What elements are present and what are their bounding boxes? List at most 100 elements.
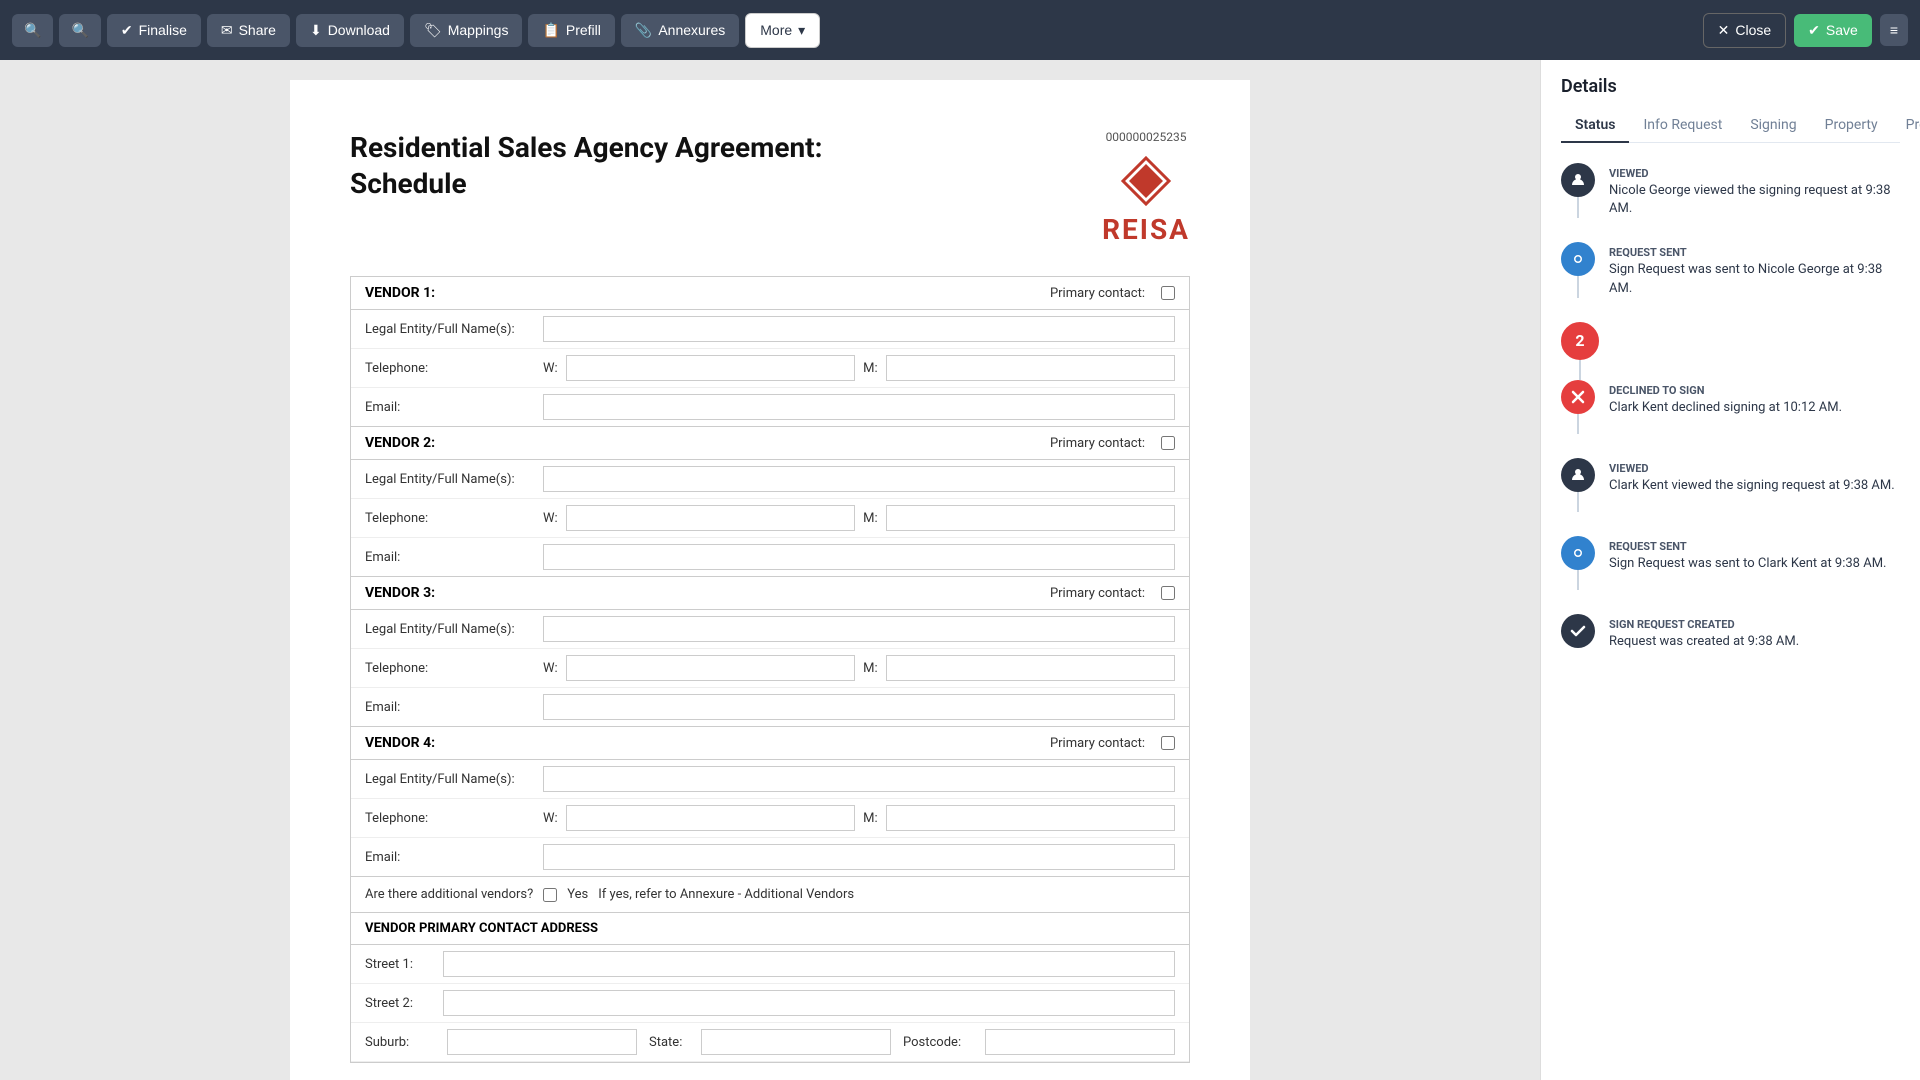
vendor-1-primary-checkbox[interactable] <box>1161 286 1175 300</box>
vendor-2-primary-checkbox[interactable] <box>1161 436 1175 450</box>
finalise-button[interactable]: ✔ Finalise <box>107 14 201 47</box>
more-button[interactable]: More ▾ <box>745 13 820 48</box>
vendor-1-m-input[interactable] <box>886 355 1175 381</box>
document-page: Residential Sales Agency Agreement: Sche… <box>290 80 1250 1080</box>
address-section-title: VENDOR PRIMARY CONTACT ADDRESS <box>351 913 1189 945</box>
vendor-3-w-input[interactable] <box>566 655 855 681</box>
vendor-4-header: VENDOR 4: Primary contact: <box>351 727 1189 760</box>
mappings-button[interactable]: 🏷 Mappings <box>410 14 522 47</box>
street2-label: Street 2: <box>365 996 435 1011</box>
vendor-2-email-row: Email: <box>351 538 1189 576</box>
event-title-created: SIGN REQUEST CREATED <box>1609 618 1900 631</box>
vendor-3-phone-group: W: M: <box>543 655 1175 681</box>
vendor-2-m-input[interactable] <box>886 505 1175 531</box>
download-icon: ⬇ <box>310 22 322 39</box>
vendor-1-legal-label: Legal Entity/Full Name(s): <box>365 322 535 337</box>
vendor-2-legal-input[interactable] <box>543 466 1175 492</box>
street2-input[interactable] <box>443 990 1175 1016</box>
vendor-4-phone-row: Telephone: W: M: <box>351 799 1189 838</box>
vendor-2-primary-label: Primary contact: <box>1050 436 1145 451</box>
vendor-1-legal-input[interactable] <box>543 316 1175 342</box>
vendor-2-phone-group: W: M: <box>543 505 1175 531</box>
event-title-1: VIEWED <box>1609 167 1900 180</box>
request-sent-icon-clark <box>1561 536 1595 570</box>
created-icon <box>1561 614 1595 648</box>
vendor-2-legal-label: Legal Entity/Full Name(s): <box>365 472 535 487</box>
vendor-2-email-input[interactable] <box>543 544 1175 570</box>
toolbar-left: 🔍 🔍 ✔ Finalise ✉ Share ⬇ Download 🏷 Mapp… <box>12 13 820 48</box>
tab-info-request[interactable]: Info Request <box>1629 109 1736 143</box>
tab-prop2[interactable]: Prop... <box>1892 109 1920 143</box>
timeline-line-declined <box>1577 414 1579 434</box>
street1-label: Street 1: <box>365 957 435 972</box>
tab-property[interactable]: Property <box>1811 109 1892 143</box>
vendor-1-email-row: Email: <box>351 388 1189 426</box>
vendor-1-w-input[interactable] <box>566 355 855 381</box>
additional-vendors-checkbox[interactable] <box>543 888 557 902</box>
yes-label: Yes <box>567 887 588 902</box>
share-button[interactable]: ✉ Share <box>207 14 290 47</box>
vendor-4-phone-group: W: M: <box>543 805 1175 831</box>
document-title: Residential Sales Agency Agreement: Sche… <box>350 130 823 203</box>
event-title-viewed-clark: VIEWED <box>1609 462 1900 475</box>
vendor-3-primary-checkbox[interactable] <box>1161 586 1175 600</box>
details-title: Details <box>1561 76 1900 97</box>
suburb-input[interactable] <box>447 1029 637 1055</box>
vendor-4-legal-row: Legal Entity/Full Name(s): <box>351 760 1189 799</box>
timeline-icon-col-created <box>1561 614 1595 651</box>
timeline-item-sent-clark: REQUEST SENT Sign Request was sent to Cl… <box>1561 536 1900 590</box>
download-button[interactable]: ⬇ Download <box>296 14 404 47</box>
finalise-icon: ✔ <box>121 22 133 39</box>
event-desc-declined: Clark Kent declined signing at 10:12 AM. <box>1609 399 1900 417</box>
viewed-icon-clark <box>1561 458 1595 492</box>
timeline-line-num <box>1579 360 1581 380</box>
vendor-4-legal-input[interactable] <box>543 766 1175 792</box>
event-desc-created: Request was created at 9:38 AM. <box>1609 633 1900 651</box>
vendor-4-w-input[interactable] <box>566 805 855 831</box>
vendor-4-section: VENDOR 4: Primary contact: Legal Entity/… <box>350 727 1190 877</box>
vendor-4-primary-label: Primary contact: <box>1050 736 1145 751</box>
save-button[interactable]: ✔ Save <box>1794 14 1872 47</box>
state-input[interactable] <box>701 1029 891 1055</box>
menu-button[interactable]: ≡ <box>1880 14 1908 46</box>
vendor-2-legal-row: Legal Entity/Full Name(s): <box>351 460 1189 499</box>
vendor-4-email-input[interactable] <box>543 844 1175 870</box>
details-tabs: Status Info Request Signing Property Pro… <box>1561 109 1900 143</box>
annexures-button[interactable]: 📎 Annexures <box>621 14 739 47</box>
street1-input[interactable] <box>443 951 1175 977</box>
search-button-1[interactable]: 🔍 <box>12 14 53 47</box>
details-header: Details Status Info Request Signing Prop… <box>1541 60 1920 143</box>
vendor-4-primary-checkbox[interactable] <box>1161 736 1175 750</box>
request-sent-icon-1 <box>1561 242 1595 276</box>
timeline-item-declined: DECLINED TO SIGN Clark Kent declined sig… <box>1561 380 1900 434</box>
timeline-icon-col-sent-clark <box>1561 536 1595 590</box>
vendor-4-m-input[interactable] <box>886 805 1175 831</box>
vendor-3-m-input[interactable] <box>886 655 1175 681</box>
timeline-icon-col-num: 2 <box>1561 322 1599 380</box>
suburb-label: Suburb: <box>365 1035 435 1050</box>
reisa-logo: 000000025235 REISA <box>1102 130 1190 246</box>
close-button[interactable]: ✕ Close <box>1703 13 1787 48</box>
vendor-3-legal-input[interactable] <box>543 616 1175 642</box>
vendor-2-section: VENDOR 2: Primary contact: Legal Entity/… <box>350 427 1190 577</box>
vendor-2-w-input[interactable] <box>566 505 855 531</box>
vendor-3-email-input[interactable] <box>543 694 1175 720</box>
vendor-1-email-input[interactable] <box>543 394 1175 420</box>
tab-signing[interactable]: Signing <box>1736 109 1810 143</box>
toolbar: 🔍 🔍 ✔ Finalise ✉ Share ⬇ Download 🏷 Mapp… <box>0 0 1920 60</box>
vendor-2-title: VENDOR 2: <box>365 435 1034 451</box>
vendor-3-email-row: Email: <box>351 688 1189 726</box>
vendor-4-email-row: Email: <box>351 838 1189 876</box>
prefill-button[interactable]: 📋 Prefill <box>528 14 614 47</box>
vendor-4-title: VENDOR 4: <box>365 735 1034 751</box>
vendor-3-primary-label: Primary contact: <box>1050 586 1145 601</box>
reisa-diamond-icon <box>1121 156 1171 213</box>
postcode-input[interactable] <box>985 1029 1175 1055</box>
vendor-1-legal-row: Legal Entity/Full Name(s): <box>351 310 1189 349</box>
timeline-line-2 <box>1577 276 1579 297</box>
tab-status[interactable]: Status <box>1561 109 1629 143</box>
search-icon-1: 🔍 <box>24 22 41 39</box>
timeline-item-viewed-clark: VIEWED Clark Kent viewed the signing req… <box>1561 458 1900 512</box>
search-button-2[interactable]: 🔍 <box>59 14 100 47</box>
document-area: Residential Sales Agency Agreement: Sche… <box>0 60 1540 1080</box>
